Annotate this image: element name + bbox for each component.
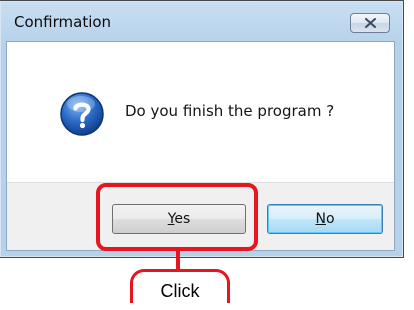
button-bar: Yes No xyxy=(7,182,394,250)
no-button-label: o xyxy=(325,211,335,227)
dialog-titlebar[interactable]: Confirmation xyxy=(0,1,403,41)
dialog-client-area: Do you finish the program ? Yes No xyxy=(6,41,395,251)
close-icon xyxy=(365,18,376,28)
screenshot-stage: Confirmation Do you finish the program ?… xyxy=(0,0,414,310)
no-button-mnemonic: N xyxy=(315,211,326,227)
close-button[interactable] xyxy=(350,13,390,33)
yes-button[interactable]: Yes xyxy=(112,204,246,234)
callout-connector xyxy=(176,251,180,269)
confirmation-dialog: Confirmation Do you finish the program ?… xyxy=(0,0,404,258)
confirmation-message: Do you finish the program ? xyxy=(125,102,335,120)
dialog-title: Confirmation xyxy=(14,13,112,31)
click-callout-label: Click xyxy=(160,281,200,301)
yes-button-label: es xyxy=(174,211,191,227)
no-button[interactable]: No xyxy=(267,204,383,234)
message-area: Do you finish the program ? xyxy=(7,42,394,182)
question-icon xyxy=(60,92,104,136)
